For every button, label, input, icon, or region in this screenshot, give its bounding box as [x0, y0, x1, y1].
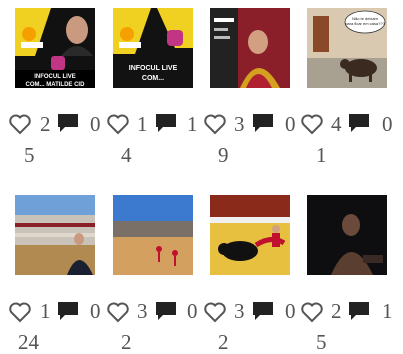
heart-icon[interactable]: [300, 112, 324, 136]
post-2-second-line: 4: [121, 143, 132, 167]
post-3-second-line: 9: [218, 143, 229, 167]
like-count: 1: [40, 299, 51, 323]
post-image-3: [210, 8, 290, 88]
post-4-second-line: 1: [316, 143, 327, 167]
comment-count: 0: [90, 299, 101, 323]
heart-icon[interactable]: [106, 112, 130, 136]
like-count: 1: [137, 112, 148, 136]
comment-icon[interactable]: [252, 113, 274, 133]
heart-icon[interactable]: [203, 300, 227, 324]
post-2-overlay-line-2: COM...: [142, 75, 164, 82]
like-count: 3: [234, 112, 245, 136]
post-image-2: INFOCUL LIVE COM...: [113, 8, 193, 88]
comment-icon[interactable]: [155, 113, 177, 133]
heart-icon[interactable]: [106, 300, 130, 324]
post-thumbnail-2[interactable]: INFOCUL LIVE COM...: [113, 8, 193, 88]
post-image-6: [113, 195, 193, 275]
post-1-second-line: 5: [24, 143, 35, 167]
post-5-second-line: 24: [18, 330, 39, 354]
heart-icon[interactable]: [8, 112, 32, 136]
post-thumbnail-4[interactable]: Não te deixam para ficar em casa???: [307, 8, 387, 88]
post-image-5: [15, 195, 95, 275]
comment-count: 0: [382, 112, 393, 136]
instagram-feed-grid: INFOCUL LIVE COM... MATILDE CID INFOCUL …: [0, 0, 403, 354]
post-image-8: [307, 195, 387, 275]
heart-icon[interactable]: [300, 300, 324, 324]
post-thumbnail-5[interactable]: [15, 195, 95, 275]
post-thumbnail-8[interactable]: [307, 195, 387, 275]
post-1-overlay-line-1: INFOCUL LIVE: [34, 74, 76, 80]
comment-count: 1: [187, 112, 198, 136]
post-6-second-line: 2: [121, 330, 132, 354]
comment-icon[interactable]: [252, 301, 274, 321]
post-7-second-line: 2: [218, 330, 229, 354]
comment-icon[interactable]: [57, 301, 79, 321]
post-image-7: [210, 195, 290, 275]
comment-count: 0: [187, 299, 198, 323]
comment-icon[interactable]: [155, 301, 177, 321]
post-2-overlay-line-1: INFOCUL LIVE: [129, 65, 178, 72]
comment-count: 1: [382, 299, 393, 323]
comment-icon[interactable]: [348, 113, 370, 133]
like-count: 3: [234, 299, 245, 323]
like-count: 3: [137, 299, 148, 323]
post-1-overlay-line-2: COM... MATILDE CID: [26, 82, 86, 88]
comment-count: 0: [90, 112, 101, 136]
heart-icon[interactable]: [203, 112, 227, 136]
comment-icon[interactable]: [348, 301, 370, 321]
post-thumbnail-1[interactable]: INFOCUL LIVE COM... MATILDE CID: [15, 8, 95, 88]
heart-icon[interactable]: [8, 300, 32, 324]
post-8-second-line: 5: [316, 330, 327, 354]
post-4-bubble-line-2: para ficar em casa???: [345, 21, 385, 26]
like-count: 4: [331, 112, 342, 136]
comment-count: 0: [285, 112, 296, 136]
post-image-4: Não te deixam para ficar em casa???: [307, 8, 387, 88]
post-thumbnail-6[interactable]: [113, 195, 193, 275]
post-thumbnail-3[interactable]: [210, 8, 290, 88]
like-count: 2: [40, 112, 51, 136]
like-count: 2: [331, 299, 342, 323]
comment-count: 0: [285, 299, 296, 323]
post-image-1: INFOCUL LIVE COM... MATILDE CID: [15, 8, 95, 88]
comment-icon[interactable]: [57, 113, 79, 133]
post-thumbnail-7[interactable]: [210, 195, 290, 275]
